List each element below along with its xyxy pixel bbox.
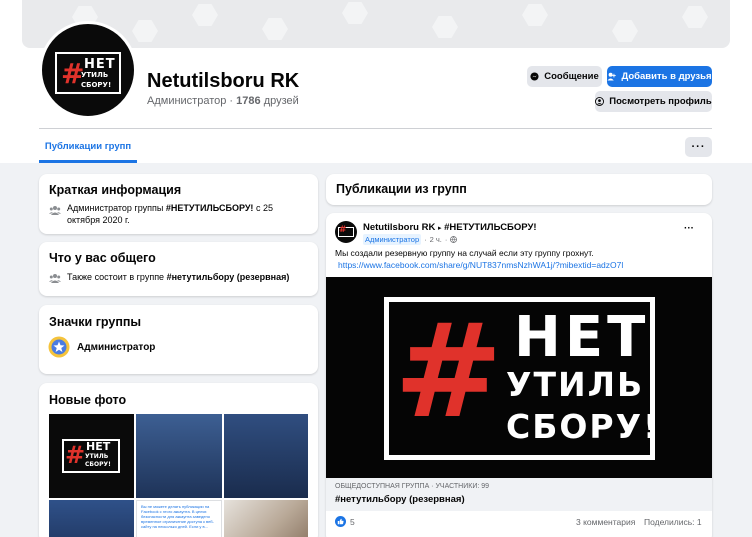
post-image[interactable]: # НЕТ УТИЛЬ СБОРУ!: [326, 277, 712, 478]
thumb-logo-line-2: УТИЛЬ: [85, 453, 109, 460]
admin-badge-icon: [48, 336, 70, 358]
profile-role: Администратор: [147, 95, 227, 107]
group-posts-header-card: Публикации из групп: [326, 174, 712, 205]
shared-group-title: #нетутильбору (резервная): [335, 494, 465, 505]
logo-line-3: СБОРУ!: [81, 81, 112, 89]
post-dot: ·: [444, 235, 448, 244]
photo-thumb-handshake[interactable]: [224, 500, 308, 537]
more-options-button[interactable]: ···: [685, 137, 712, 157]
recent-photos-card: Новые фото # НЕТ УТИЛЬ СБОРУ! Вы не може…: [39, 383, 318, 537]
group-posts-title: Публикации из групп: [336, 182, 467, 196]
post-image-hash: #: [394, 295, 503, 447]
add-friend-icon: [607, 72, 617, 81]
view-profile-label: Посмотреть профиль: [609, 96, 712, 107]
admin-badge-label: Администратор: [77, 342, 156, 353]
cover-pattern: [432, 16, 458, 38]
post-image-line-2: УТИЛЬ: [506, 365, 645, 404]
logo-line-2: УТИЛЬ: [81, 71, 109, 79]
cover-photo[interactable]: [22, 0, 730, 48]
common-prefix: Также состоит в группе: [67, 272, 167, 282]
profile-meta: Администратор · 1786 друзей: [147, 95, 299, 107]
common-text: Также состоит в группе #нетутильбору (ре…: [67, 272, 312, 282]
friends-label: друзей: [263, 95, 299, 107]
intro-group-link[interactable]: #НЕТУТИЛЬСБОРУ!: [166, 203, 254, 213]
group-icon: [49, 274, 61, 283]
view-profile-button[interactable]: Посмотреть профиль: [595, 91, 712, 112]
badges-title: Значки группы: [49, 315, 142, 329]
cover-pattern: [262, 18, 288, 40]
intro-prefix: Администратор группы: [67, 203, 166, 213]
post-card: # Netutilsboru RK ▸ #НЕТУТИЛЬСБОРУ! Адми…: [326, 213, 712, 537]
profile-icon: [595, 97, 605, 106]
logo-hash: #: [61, 57, 85, 90]
profile-name[interactable]: Netutilsboru RK: [147, 70, 299, 93]
common-group-link[interactable]: #нетутильбору (резервная): [167, 272, 290, 282]
globe-icon: [450, 236, 458, 243]
add-friend-button[interactable]: Добавить в друзья: [607, 66, 712, 87]
post-group-name[interactable]: #НЕТУТИЛЬСБОРУ!: [444, 222, 536, 233]
post-meta: Администратор · 2 ч. ·: [363, 234, 458, 245]
cover-pattern: [682, 6, 708, 28]
common-title: Что у вас общего: [49, 251, 156, 265]
post-image-line-1: НЕТ: [514, 305, 650, 370]
recent-photos-title[interactable]: Новые фото: [49, 393, 126, 407]
post-arrow-icon: ▸: [437, 225, 442, 232]
shared-group-preview[interactable]: ОБЩЕДОСТУПНАЯ ГРУППА · УЧАСТНИКИ: 99 #не…: [326, 478, 712, 511]
common-card: Что у вас общего Также состоит в группе …: [39, 242, 318, 296]
shared-group-meta: ОБЩЕДОСТУПНАЯ ГРУППА · УЧАСТНИКИ: 99: [335, 483, 490, 490]
like-icon: [335, 516, 346, 527]
post-text: Мы создали резервную группу на случай ес…: [335, 248, 594, 258]
post-author[interactable]: Netutilsboru RK: [363, 222, 435, 233]
post-image-line-3: СБОРУ!: [506, 407, 661, 446]
post-link[interactable]: https://www.facebook.com/share/g/NUT837n…: [338, 260, 623, 270]
post-header-line: Netutilsboru RK ▸ #НЕТУТИЛЬСБОРУ!: [363, 222, 537, 233]
cover-pattern: [522, 4, 548, 26]
intro-admin-text: Администратор группы #НЕТУТИЛЬСБОРУ! с 2…: [67, 202, 307, 226]
thumb-screenshot-text: Вы не можете делать публикации на Facebo…: [141, 504, 214, 529]
active-tab-indicator: [39, 160, 137, 163]
post-role-badge: Администратор: [363, 234, 422, 245]
cover-pattern: [132, 20, 158, 42]
photo-thumb-screenshot[interactable]: Вы не можете делать публикации на Facebo…: [136, 500, 222, 537]
badges-card: Значки группы Администратор: [39, 305, 318, 374]
post-dot: ·: [424, 235, 427, 244]
tab-group-posts[interactable]: Публикации групп: [39, 130, 137, 163]
post-options-button[interactable]: ···: [684, 223, 694, 234]
thumb-logo-line-3: СБОРУ!: [85, 461, 111, 468]
cover-pattern: [612, 20, 638, 42]
logo-line-1: НЕТ: [84, 57, 116, 72]
messenger-icon: [530, 72, 539, 81]
reactions[interactable]: 5: [335, 516, 355, 527]
post-author-avatar[interactable]: #: [335, 221, 357, 243]
thumb-logo-hash: #: [65, 441, 86, 469]
photo-thumb-4[interactable]: [49, 500, 134, 537]
cover-pattern: [192, 4, 218, 26]
photo-thumb-3[interactable]: [224, 414, 308, 498]
friends-count[interactable]: 1786: [236, 95, 260, 107]
cover-pattern: [342, 2, 368, 24]
likes-count: 5: [350, 516, 355, 527]
shares-count[interactable]: Поделились: 1: [644, 517, 702, 527]
photo-thumb-logo[interactable]: # НЕТ УТИЛЬ СБОРУ!: [49, 414, 134, 498]
comments-count[interactable]: 3 комментария: [576, 517, 635, 527]
header-divider: [39, 128, 712, 129]
post-avatar-hash: #: [339, 225, 347, 235]
intro-title: Краткая информация: [49, 183, 182, 197]
avatar-logo: # НЕТ УТИЛЬ СБОРУ!: [55, 52, 121, 94]
post-time[interactable]: 2 ч.: [430, 235, 442, 244]
add-friend-label: Добавить в друзья: [621, 71, 712, 82]
message-button-label: Сообщение: [544, 71, 599, 82]
photo-thumb-2[interactable]: [136, 414, 222, 498]
group-icon: [49, 206, 61, 215]
thumb-logo-line-1: НЕТ: [86, 440, 111, 453]
message-button[interactable]: Сообщение: [527, 66, 602, 87]
intro-card: Краткая информация Администратор группы …: [39, 174, 318, 234]
